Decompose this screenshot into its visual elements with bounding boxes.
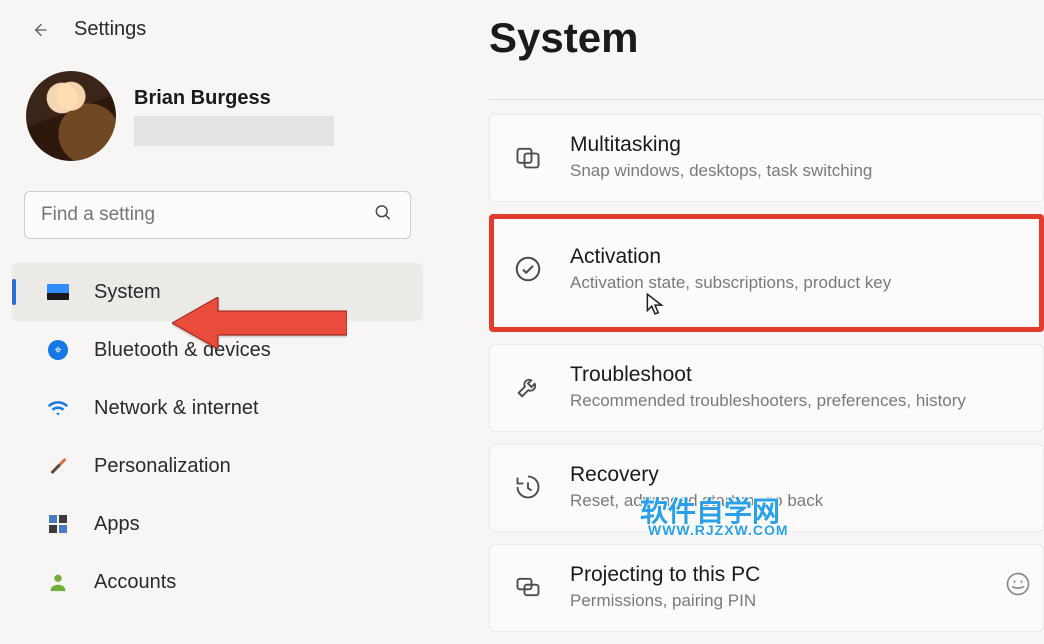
card-title: Troubleshoot xyxy=(570,363,966,387)
card-title: Multitasking xyxy=(570,133,872,157)
nav-label: System xyxy=(94,281,161,304)
settings-window: Settings Brian Burgess System ⌖ Bluetoot… xyxy=(0,0,1044,644)
card-subtitle: Recommended troubleshooters, preferences… xyxy=(570,391,966,411)
profile-email-redacted xyxy=(134,116,334,146)
avatar xyxy=(26,71,116,161)
card-projecting[interactable]: Projecting to this PC Permissions, pairi… xyxy=(489,544,1044,632)
sidebar: Settings Brian Burgess System ⌖ Bluetoot… xyxy=(0,0,435,644)
check-circle-icon xyxy=(512,253,544,285)
apps-icon xyxy=(46,512,70,536)
header-row: Settings xyxy=(0,18,435,41)
bluetooth-icon: ⌖ xyxy=(46,338,70,362)
card-subtitle: Snap windows, desktops, task switching xyxy=(570,161,872,181)
nav-label: Accounts xyxy=(94,571,176,594)
card-activation[interactable]: Activation Activation state, subscriptio… xyxy=(489,214,1044,332)
card-subtitle: Permissions, pairing PIN xyxy=(570,591,760,611)
recovery-icon xyxy=(512,471,544,503)
search-icon xyxy=(373,203,393,228)
search-wrap xyxy=(24,191,411,239)
card-recovery[interactable]: Recovery Reset, advanced startup, go bac… xyxy=(489,444,1044,532)
divider xyxy=(489,92,1044,100)
nav-label: Apps xyxy=(94,513,140,536)
user-icon xyxy=(46,570,70,594)
brush-icon xyxy=(46,454,70,478)
nav-item-accounts[interactable]: Accounts xyxy=(0,553,435,611)
app-title: Settings xyxy=(74,18,146,41)
card-troubleshoot[interactable]: Troubleshoot Recommended troubleshooters… xyxy=(489,344,1044,432)
profile-block[interactable]: Brian Burgess xyxy=(0,71,435,161)
card-text: Projecting to this PC Permissions, pairi… xyxy=(570,563,760,611)
wifi-icon xyxy=(46,396,70,420)
nav-label: Bluetooth & devices xyxy=(94,339,271,362)
back-arrow-icon xyxy=(29,20,49,40)
nav-label: Personalization xyxy=(94,455,231,478)
card-text: Multitasking Snap windows, desktops, tas… xyxy=(570,133,872,181)
profile-text: Brian Burgess xyxy=(134,87,334,146)
back-button[interactable] xyxy=(28,19,50,41)
nav: System ⌖ Bluetooth & devices Network & i… xyxy=(0,263,435,611)
card-text: Activation Activation state, subscriptio… xyxy=(570,245,891,293)
nav-item-bluetooth[interactable]: ⌖ Bluetooth & devices xyxy=(0,321,435,379)
card-title: Recovery xyxy=(570,463,823,487)
nav-label: Network & internet xyxy=(94,397,259,420)
card-title: Projecting to this PC xyxy=(570,563,760,587)
card-text: Recovery Reset, advanced startup, go bac… xyxy=(570,463,823,511)
wrench-icon xyxy=(512,371,544,403)
multitasking-icon xyxy=(512,141,544,173)
card-subtitle: Activation state, subscriptions, product… xyxy=(570,273,891,293)
nav-item-system[interactable]: System xyxy=(12,263,423,321)
profile-name: Brian Burgess xyxy=(134,87,334,110)
nav-item-apps[interactable]: Apps xyxy=(0,495,435,553)
card-multitasking[interactable]: Multitasking Snap windows, desktops, tas… xyxy=(489,114,1044,202)
nav-item-personalization[interactable]: Personalization xyxy=(0,437,435,495)
card-text: Troubleshoot Recommended troubleshooters… xyxy=(570,363,966,411)
search-input[interactable] xyxy=(24,191,411,239)
display-icon xyxy=(46,280,70,304)
main-panel: System Multitasking Snap windows, deskto… xyxy=(435,0,1044,644)
projecting-icon xyxy=(512,571,544,603)
nav-item-network[interactable]: Network & internet xyxy=(0,379,435,437)
card-title: Activation xyxy=(570,245,891,269)
card-subtitle: Reset, advanced startup, go back xyxy=(570,491,823,511)
page-title: System xyxy=(489,14,1044,62)
